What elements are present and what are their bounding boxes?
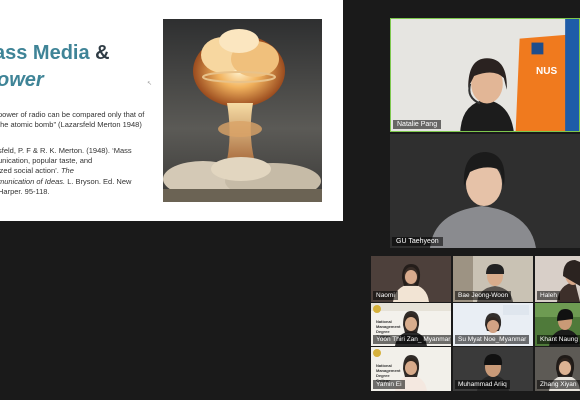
participant-name: Natalie Pang [393,120,442,129]
participant-name: Khant Naung [537,335,580,344]
video-tile-muhammad-ariiq[interactable]: Muhammad Ariiq [453,347,533,391]
slide-title-line1: ass Media & [0,42,110,64]
video-tile-zhang-xiyan[interactable]: Zhang Xiyan [535,347,580,391]
atomic-bomb-photo [163,19,322,202]
participant-name: Muhammad Ariiq [455,380,510,389]
nus-logo: NUS [536,66,558,77]
participant-name: Haleh [537,291,560,300]
video-tile-haleh[interactable]: Haleh [535,256,580,302]
participant-name: GU Taehyeon [392,237,443,246]
slide-reference: sfeld, P. F & R. K. Merton. (1948). ‘Mas… [0,146,132,196]
gu-video-feed [390,134,580,248]
cursor-mark: ↖ [147,81,153,87]
participant-name: Yamin Ei [373,380,405,389]
participant-name: Naomi [373,291,398,300]
participant-name: Zhang Xiyan [537,380,580,389]
video-tile-yoon-thiri-zan[interactable]: National Management Degree College Yoon … [371,303,451,346]
shared-slide: ass Media & ower ↖ power of radio can be… [0,0,343,221]
video-tile-su-myat-noe[interactable]: Su Myat Noe_Myanmar [453,303,533,346]
slide-title-line2: ower [0,69,44,91]
video-tile-naomi[interactable]: Naomi [371,256,451,302]
video-tile-khant-naung[interactable]: Khant Naung [535,303,580,346]
video-tile-yamin-ei[interactable]: National Management Degree College Yamin… [371,347,451,391]
video-tile-natalie-pang[interactable]: NUS Natalie Pang [390,18,580,132]
participant-name: Yoon Thiri Zan_ Myanmar [373,335,451,344]
participant-name: Su Myat Noe_Myanmar [455,335,530,344]
video-tile-gu-taehyeon[interactable]: GU Taehyeon [390,134,580,248]
slide-quote: power of radio can be compared only that… [0,110,145,129]
video-tile-bae-jeong-woon[interactable]: Bae Jeong-Woon [453,256,533,302]
participant-name: Bae Jeong-Woon [455,291,512,300]
